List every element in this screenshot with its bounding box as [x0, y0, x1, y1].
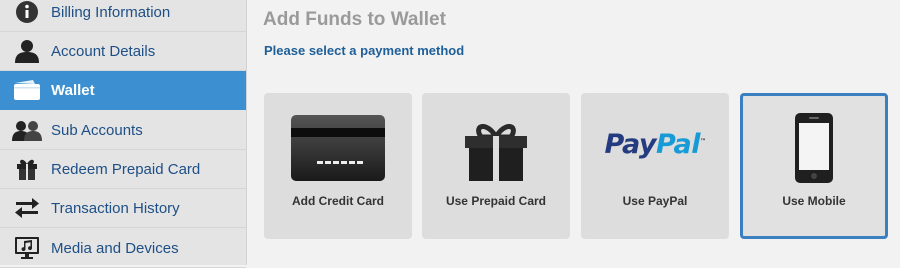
media-devices-icon: [12, 235, 42, 261]
main-content: Add Funds to Wallet Please select a paym…: [247, 0, 900, 265]
wallet-icon: [12, 77, 42, 103]
sidebar-item-media-and-devices[interactable]: Media and Devices: [0, 229, 246, 268]
page-subtitle: Please select a payment method: [264, 43, 465, 58]
sidebar-item-label: Billing Information: [51, 3, 171, 21]
card-label: Use Mobile: [782, 194, 846, 208]
sidebar: Billing Information Account Details Wall…: [0, 0, 247, 268]
paypal-logo-text-1: Pay: [604, 129, 656, 160]
sidebar-item-label: Redeem Prepaid Card: [51, 160, 201, 178]
use-prepaid-card-option[interactable]: Use Prepaid Card: [422, 93, 570, 239]
sidebar-item-account-details[interactable]: Account Details: [0, 32, 246, 71]
sidebar-item-redeem-prepaid-card[interactable]: Redeem Prepaid Card: [0, 150, 246, 189]
info-icon: [12, 0, 42, 25]
use-paypal-option[interactable]: PayPal™ Use PayPal: [581, 93, 729, 239]
users-icon: [12, 117, 42, 143]
paypal-logo: PayPal™: [603, 129, 707, 160]
gift-icon: [12, 156, 42, 182]
use-mobile-option[interactable]: Use Mobile: [740, 93, 888, 239]
page-title: Add Funds to Wallet: [263, 9, 446, 30]
sidebar-item-transaction-history[interactable]: Transaction History: [0, 189, 246, 228]
sidebar-item-billing-information[interactable]: Billing Information: [0, 0, 246, 32]
card-label: Use PayPal: [622, 194, 688, 208]
add-credit-card-option[interactable]: Add Credit Card: [264, 93, 412, 239]
sidebar-item-label: Sub Accounts: [51, 121, 143, 139]
paypal-trademark: ™: [700, 138, 706, 145]
credit-card-icon: [291, 115, 385, 186]
sidebar-item-label: Media and Devices: [51, 239, 179, 257]
card-label: Use Prepaid Card: [445, 194, 547, 208]
sidebar-item-sub-accounts[interactable]: Sub Accounts: [0, 111, 246, 150]
gift-box-icon: [465, 119, 527, 186]
paypal-logo-text-2: Pal: [656, 129, 701, 160]
user-icon: [12, 38, 42, 64]
card-label: Add Credit Card: [291, 194, 384, 208]
mobile-phone-icon: [795, 113, 833, 188]
sidebar-item-label: Wallet: [51, 81, 95, 99]
swap-arrows-icon: [12, 195, 42, 221]
sidebar-item-wallet[interactable]: Wallet: [0, 71, 246, 110]
sidebar-item-label: Transaction History: [51, 199, 180, 217]
sidebar-item-label: Account Details: [51, 42, 156, 60]
